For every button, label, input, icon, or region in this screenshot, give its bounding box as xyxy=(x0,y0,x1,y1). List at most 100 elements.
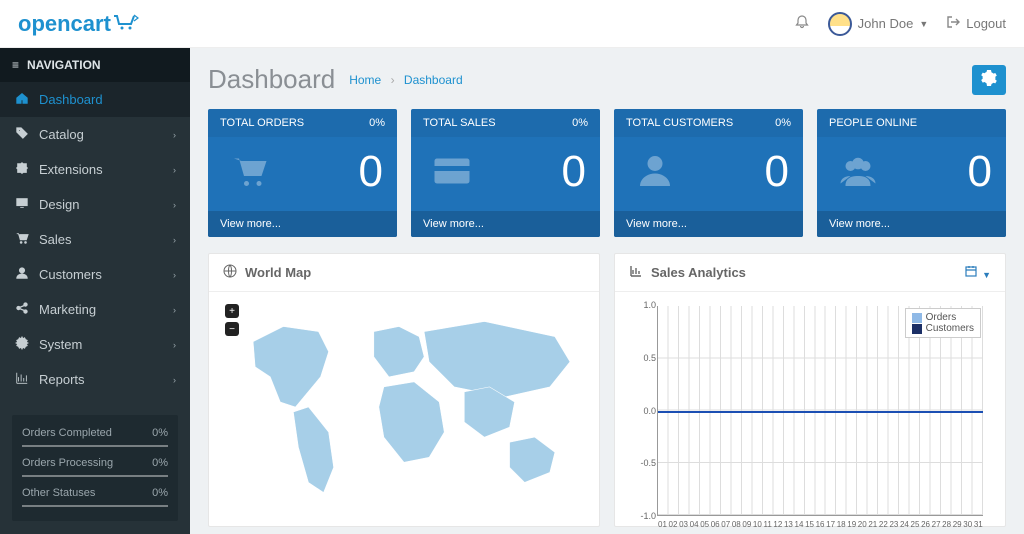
nav-header: ≡ NAVIGATION xyxy=(0,48,190,82)
sidebar-item-catalog[interactable]: Catalog › xyxy=(0,117,190,152)
cart-icon xyxy=(14,231,29,248)
calendar-dropdown[interactable]: ▼ xyxy=(964,264,991,281)
caret-down-icon: ▼ xyxy=(982,270,991,280)
tile-view-more[interactable]: View more... xyxy=(208,211,397,237)
world-map[interactable]: + − xyxy=(223,302,585,512)
chevron-right-icon: › xyxy=(173,200,176,210)
brand-logo[interactable]: opencart xyxy=(18,11,139,37)
settings-button[interactable] xyxy=(972,65,1006,95)
page-header: Dashboard Home › Dashboard xyxy=(208,64,1006,95)
user-icon xyxy=(628,151,682,194)
tile-title: TOTAL SALES xyxy=(423,117,496,129)
share-icon xyxy=(14,301,29,318)
legend-item: Orders xyxy=(912,312,974,323)
sidebar-item-label: Dashboard xyxy=(39,92,103,107)
tile-value: 0 xyxy=(765,147,789,197)
tile-pct: 0% xyxy=(369,117,385,129)
puzzle-icon xyxy=(14,161,29,178)
breadcrumb-sep: › xyxy=(391,73,395,87)
sidebar-item-label: System xyxy=(39,337,82,352)
analytics-chart: 1.00.50.0-0.5-1.0 OrdersCustomers 010203… xyxy=(657,306,983,516)
x-axis: 0102030405060708091011121314151617181920… xyxy=(658,520,983,529)
sidebar-item-label: Design xyxy=(39,197,79,212)
topbar: opencart John Doe ▼ Logout xyxy=(0,0,1024,48)
chevron-right-icon: › xyxy=(173,270,176,280)
sidebar-stat-row: Orders Completed0% xyxy=(22,423,168,443)
chevron-right-icon: › xyxy=(173,130,176,140)
group-icon xyxy=(831,151,885,194)
cart-icon xyxy=(113,11,139,37)
sidebar-item-dashboard[interactable]: Dashboard xyxy=(0,82,190,117)
stat-tile-card: TOTAL SALES0%0View more... xyxy=(411,109,600,237)
menu-icon: ≡ xyxy=(12,58,19,72)
chevron-right-icon: › xyxy=(173,165,176,175)
tile-value: 0 xyxy=(359,147,383,197)
sidebar-item-label: Extensions xyxy=(39,162,103,177)
breadcrumb: Home › Dashboard xyxy=(349,73,462,87)
map-svg xyxy=(223,302,585,512)
tile-view-more[interactable]: View more... xyxy=(817,211,1006,237)
gear-icon xyxy=(14,336,29,353)
sidebar: ≡ NAVIGATION DashboardCatalog›Extensions… xyxy=(0,48,190,534)
tile-view-more[interactable]: View more... xyxy=(614,211,803,237)
stat-tile-group: PEOPLE ONLINE0View more... xyxy=(817,109,1006,237)
content: Dashboard Home › Dashboard TOTAL ORDERS 0… xyxy=(190,48,1024,534)
gear-icon xyxy=(981,70,997,89)
sidebar-item-label: Catalog xyxy=(39,127,84,142)
zoom-in-button[interactable]: + xyxy=(225,304,239,318)
brand-name: opencart xyxy=(18,11,111,37)
chart-legend: OrdersCustomers xyxy=(905,308,981,338)
user-icon xyxy=(14,266,29,283)
tile-title: TOTAL ORDERS xyxy=(220,117,304,129)
tag-icon xyxy=(14,126,29,143)
y-axis: 1.00.50.0-0.5-1.0 xyxy=(630,300,656,521)
bell-icon xyxy=(794,14,810,33)
breadcrumb-home[interactable]: Home xyxy=(349,73,381,87)
panel-title: World Map xyxy=(245,265,311,280)
stat-tile-user: TOTAL CUSTOMERS0%0View more... xyxy=(614,109,803,237)
stat-tile-cart: TOTAL ORDERS 0% 0 View more... xyxy=(208,109,397,237)
sidebar-item-label: Customers xyxy=(39,267,102,282)
sidebar-stats: Orders Completed0% Orders Processing0% Oth… xyxy=(12,415,178,521)
page-title: Dashboard xyxy=(208,64,335,95)
sidebar-item-sales[interactable]: Sales › xyxy=(0,222,190,257)
zoom-out-button[interactable]: − xyxy=(225,322,239,336)
tv-icon xyxy=(14,196,29,213)
sidebar-item-label: Sales xyxy=(39,232,72,247)
chevron-right-icon: › xyxy=(173,375,176,385)
tile-view-more[interactable]: View more... xyxy=(411,211,600,237)
cart-icon xyxy=(222,151,276,194)
legend-item: Customers xyxy=(912,323,974,334)
logout-label: Logout xyxy=(966,16,1006,31)
chart-icon xyxy=(14,371,29,388)
calendar-icon xyxy=(964,266,978,281)
sidebar-stat-row: Other Statuses0% xyxy=(22,483,168,503)
chevron-right-icon: › xyxy=(173,305,176,315)
caret-down-icon: ▼ xyxy=(919,19,928,29)
sidebar-stat-row: Orders Processing0% xyxy=(22,453,168,473)
chevron-right-icon: › xyxy=(173,340,176,350)
sidebar-item-label: Marketing xyxy=(39,302,96,317)
notifications-button[interactable] xyxy=(794,14,810,33)
chart-series-line xyxy=(658,411,983,413)
sidebar-item-label: Reports xyxy=(39,372,85,387)
breadcrumb-current[interactable]: Dashboard xyxy=(404,73,463,87)
card-icon xyxy=(425,151,479,194)
tile-pct: 0% xyxy=(572,117,588,129)
chevron-right-icon: › xyxy=(173,235,176,245)
sidebar-item-design[interactable]: Design › xyxy=(0,187,190,222)
logout-button[interactable]: Logout xyxy=(946,15,1006,32)
sidebar-item-system[interactable]: System › xyxy=(0,327,190,362)
panel-title: Sales Analytics xyxy=(651,265,746,280)
tile-title: TOTAL CUSTOMERS xyxy=(626,117,733,129)
sidebar-item-reports[interactable]: Reports › xyxy=(0,362,190,397)
sidebar-item-marketing[interactable]: Marketing › xyxy=(0,292,190,327)
tile-value: 0 xyxy=(968,147,992,197)
sales-analytics-panel: Sales Analytics ▼ 1.00.50.0-0.5-1.0 Orde… xyxy=(614,253,1006,527)
avatar xyxy=(828,12,852,36)
sidebar-item-customers[interactable]: Customers › xyxy=(0,257,190,292)
sidebar-item-extensions[interactable]: Extensions › xyxy=(0,152,190,187)
user-menu[interactable]: John Doe ▼ xyxy=(828,12,929,36)
world-map-panel: World Map + − xyxy=(208,253,600,527)
chart-icon xyxy=(629,264,643,281)
